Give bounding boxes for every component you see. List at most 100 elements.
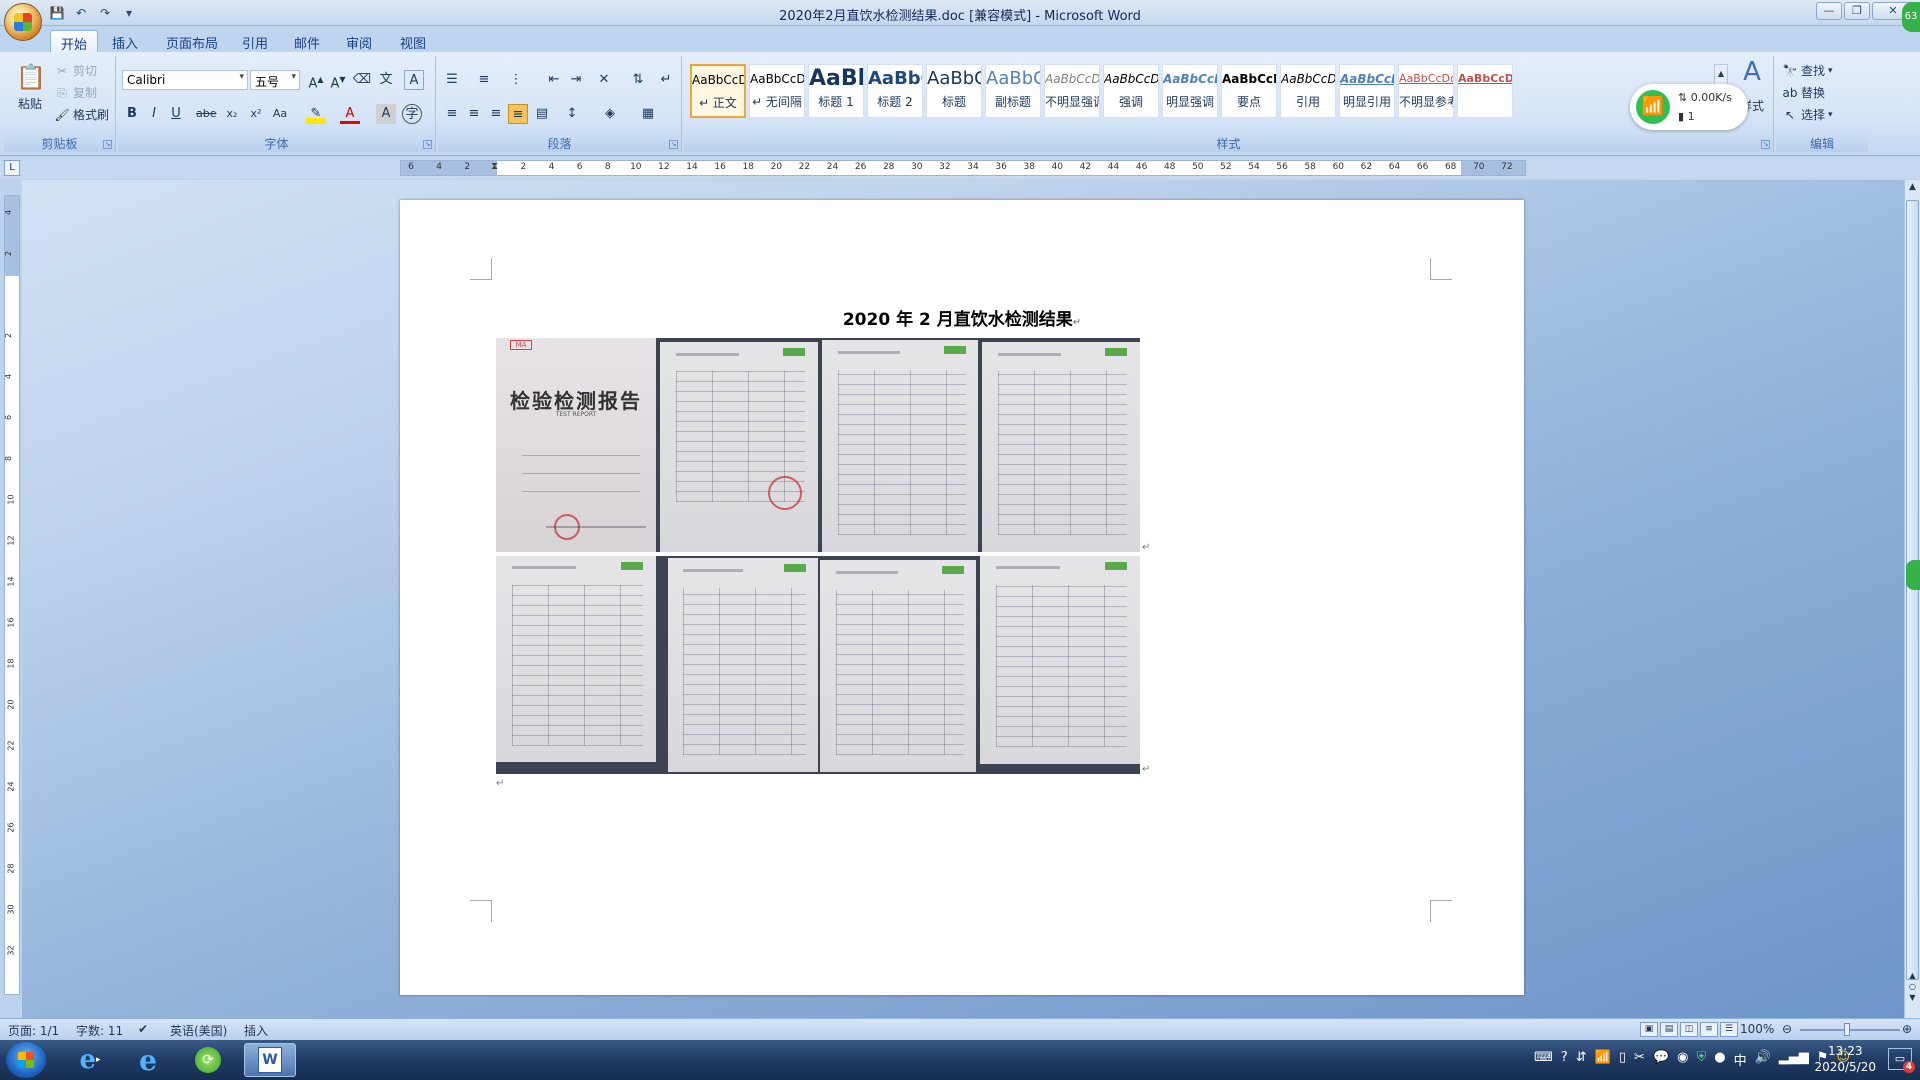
zoom-level[interactable]: 100% [1740, 1022, 1774, 1036]
report-photo-bottom[interactable] [496, 556, 1140, 774]
format-painter-button[interactable]: 🖌 格式刷 [54, 106, 109, 123]
indent-marker-icon[interactable]: ⧗ [491, 161, 498, 172]
tab-selector[interactable]: L [4, 160, 20, 176]
ie-taskbar-icon[interactable]: e ▸ [64, 1043, 116, 1077]
signal-icon[interactable]: ▂▄▆ [1779, 1050, 1809, 1069]
tab-view[interactable]: 视图 [390, 30, 436, 52]
tab-page-layout[interactable]: 页面布局 [156, 30, 228, 52]
document-page[interactable]: 2020 年 2 月直饮水检测结果↵ MA 检验检测报告 TEST REPORT [400, 200, 1524, 995]
zoom-in-icon[interactable]: ⊕ [1902, 1022, 1912, 1036]
chat-icon[interactable]: 💬 [1653, 1050, 1669, 1069]
360-browser-taskbar-icon[interactable]: ⟳ [182, 1043, 234, 1077]
security-shield-icon[interactable]: ⛨ [1696, 1050, 1706, 1069]
dialog-launcher-icon[interactable]: ↘ [423, 140, 432, 149]
phonetic-guide-icon[interactable]: 文 [376, 70, 396, 90]
horizontal-ruler[interactable]: 6 4 2 2 4 6 8 10 12 14 16 18 20 22 24 26 28 30 32 34 36 38 40 4… [400, 160, 1526, 176]
browse-object-icon[interactable]: ▲ ○ ▼ [1906, 970, 1919, 1003]
wifi-speed-widget[interactable]: 📶 ⇅ 0.00K/s ▮ 1 [1630, 84, 1748, 130]
font-color-icon[interactable]: A [340, 104, 360, 124]
copy-button[interactable]: ⎘ 复制 [54, 84, 97, 101]
bullets-icon[interactable]: ☰ [442, 70, 462, 90]
side-widget-tab[interactable]: 63 [1902, 2, 1920, 32]
style-item[interactable]: AaBbCcDd ↵ 无间隔 [749, 64, 805, 118]
qq-icon[interactable]: ● [1714, 1050, 1725, 1069]
network-icon[interactable]: ⇵ [1576, 1050, 1587, 1069]
volume-icon[interactable]: 🔊 [1755, 1050, 1771, 1069]
numbering-icon[interactable]: ≡ [474, 70, 494, 90]
character-shading-icon[interactable]: A [376, 104, 396, 124]
style-item[interactable]: AaBb 标题 1 [808, 64, 864, 118]
align-right-icon[interactable]: ≡ [486, 104, 506, 124]
font-size-combo[interactable]: 五号 ▾ [250, 70, 300, 90]
tab-references[interactable]: 引用 [232, 30, 278, 52]
ie-alt-taskbar-icon[interactable]: e [122, 1043, 174, 1077]
vertical-scrollbar[interactable]: ▲ ▲ ○ ▼ [1904, 180, 1920, 1018]
tab-review[interactable]: 审阅 [336, 30, 382, 52]
office-button[interactable] [4, 3, 42, 41]
chinese-layout-icon[interactable]: ✕ [594, 70, 614, 90]
tab-insert[interactable]: 插入 [102, 30, 148, 52]
outline-icon[interactable]: ≡ [1700, 1022, 1718, 1037]
full-screen-reading-icon[interactable]: ▤ [1660, 1022, 1678, 1037]
phone-icon[interactable]: ▯ [1619, 1050, 1626, 1069]
underline-button[interactable]: U [166, 104, 186, 124]
report-photo-top[interactable]: MA 检验检测报告 TEST REPORT [496, 338, 1140, 552]
line-spacing-icon[interactable]: ↕ [562, 104, 582, 124]
page-count[interactable]: 页面: 1/1 [8, 1022, 59, 1039]
change-case-button[interactable]: Aa [270, 104, 290, 124]
distributed-icon[interactable]: ▤ [532, 104, 552, 124]
dialog-launcher-icon[interactable]: ↘ [103, 140, 112, 149]
subscript-button[interactable]: x₂ [222, 104, 242, 124]
italic-button[interactable]: I [144, 104, 164, 124]
side-widget-tab[interactable] [1906, 560, 1920, 590]
style-item[interactable]: AaBbCcDd 明显强调 [1162, 64, 1218, 118]
document-area[interactable]: 2020 年 2 月直饮水检测结果↵ MA 检验检测报告 TEST REPORT [22, 180, 1906, 1018]
draft-icon[interactable]: ☰ [1720, 1022, 1738, 1037]
tab-home[interactable]: 开始 [50, 30, 99, 53]
word-count[interactable]: 字数: 11 [76, 1022, 123, 1039]
zoom-slider[interactable] [1800, 1029, 1900, 1031]
grow-font-icon[interactable]: A▲ [306, 70, 326, 91]
dialog-launcher-icon[interactable]: ↘ [1761, 140, 1770, 149]
enclose-characters-icon[interactable]: 字 [402, 104, 422, 124]
start-button[interactable] [6, 1042, 46, 1078]
bold-button[interactable]: B [122, 104, 142, 124]
find-button[interactable]: 🔭 查找 ▾ [1782, 62, 1833, 79]
paste-button[interactable]: 📋 粘贴 [10, 62, 50, 112]
style-item[interactable]: AaBbC 标题 [926, 64, 982, 118]
notification-center-button[interactable]: ▭ 4 [1888, 1048, 1915, 1073]
style-item[interactable]: AaBbCcDd 明显引用 [1339, 64, 1395, 118]
wifi-tray-icon[interactable]: 📶 [1595, 1050, 1611, 1069]
show-marks-icon[interactable]: ↵ [656, 70, 676, 90]
strikethrough-button[interactable]: abe [196, 104, 217, 124]
style-item[interactable]: AaBbCcDd 要点 [1221, 64, 1277, 118]
align-left-icon[interactable]: ≡ [442, 104, 462, 124]
clock[interactable]: 13:23 2020/5/20 [1814, 1043, 1876, 1075]
ime-icon[interactable]: 中 [1734, 1050, 1747, 1069]
scroll-up-icon[interactable]: ▲ [1906, 182, 1919, 196]
proofing-icon[interactable]: ✔ [138, 1022, 148, 1036]
style-item[interactable]: AaBbCcDd 强调 [1103, 64, 1159, 118]
zoom-out-icon[interactable]: ⊖ [1782, 1022, 1792, 1036]
style-item[interactable]: AaBbCcDd 不明显参考 [1398, 64, 1454, 118]
style-item[interactable]: AaBbCcDd [1457, 64, 1513, 118]
shading-icon[interactable]: ◈ [600, 104, 620, 124]
print-layout-icon[interactable]: ▣ [1640, 1022, 1658, 1037]
superscript-button[interactable]: x² [246, 104, 266, 124]
wechat-icon[interactable]: ◉ [1677, 1050, 1688, 1069]
style-item[interactable]: AaBbC 副标题 [985, 64, 1041, 118]
help-icon[interactable]: ? [1561, 1050, 1568, 1069]
multilevel-list-icon[interactable]: ⋮ [506, 70, 526, 90]
zoom-slider-thumb[interactable] [1844, 1023, 1850, 1036]
style-item[interactable]: AaBbCcDd 不明显强调 [1044, 64, 1100, 118]
decrease-indent-icon[interactable]: ⇤ [544, 70, 564, 90]
dialog-launcher-icon[interactable]: ↘ [669, 140, 678, 149]
tab-mailings[interactable]: 邮件 [284, 30, 330, 52]
keyboard-icon[interactable]: ⌨ [1534, 1050, 1553, 1069]
language[interactable]: 英语(美国) [170, 1022, 227, 1039]
minimize-button[interactable]: — [1816, 2, 1842, 20]
shrink-font-icon[interactable]: A▼ [328, 70, 348, 91]
justify-icon[interactable]: ≡ [508, 104, 528, 124]
style-item[interactable]: AaBbCcDd ↵ 正文 [690, 64, 746, 118]
web-layout-icon[interactable]: ◫ [1680, 1022, 1698, 1037]
